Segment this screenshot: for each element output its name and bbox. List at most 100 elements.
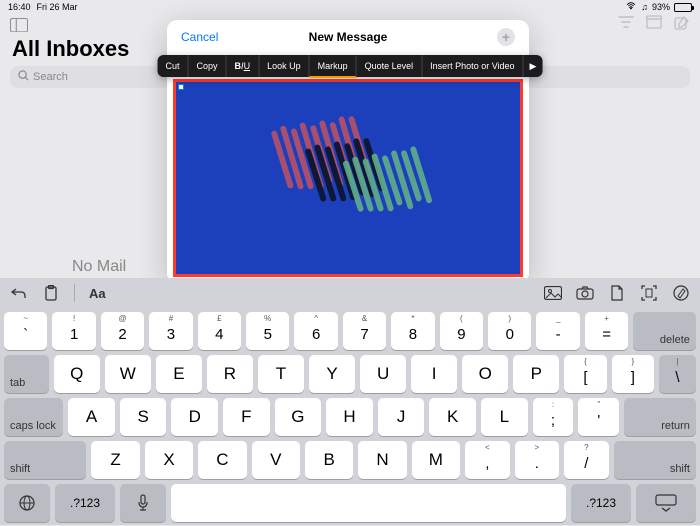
key-globe[interactable]: [4, 484, 50, 522]
keyboard: Aa ~`!1@2#3£4%5^6&7*8(9)0_-+=delete tabQ…: [0, 278, 700, 525]
compose-body[interactable]: [167, 53, 529, 283]
key-6[interactable]: ^6: [294, 312, 337, 350]
document-icon[interactable]: [608, 284, 626, 302]
headphones-icon: ♫: [641, 2, 648, 12]
key-3[interactable]: #3: [149, 312, 192, 350]
key-shift-right[interactable]: shift: [614, 441, 696, 479]
popover-lookup[interactable]: Look Up: [259, 55, 310, 77]
key-9[interactable]: (9: [440, 312, 483, 350]
key-L[interactable]: L: [481, 398, 528, 436]
key-shift-left[interactable]: shift: [4, 441, 86, 479]
key-delete[interactable]: delete: [633, 312, 696, 350]
popover-markup[interactable]: Markup: [310, 56, 357, 78]
key-C[interactable]: C: [198, 441, 246, 479]
scan-icon[interactable]: [640, 284, 658, 302]
key-I[interactable]: I: [411, 355, 457, 393]
key-0[interactable]: )0: [488, 312, 531, 350]
key-H[interactable]: H: [326, 398, 373, 436]
key-2[interactable]: @2: [101, 312, 144, 350]
popover-biu[interactable]: BIU: [227, 55, 260, 77]
key-mic[interactable]: [120, 484, 166, 522]
key-X[interactable]: X: [145, 441, 193, 479]
camera-icon[interactable]: [576, 284, 594, 302]
key-U[interactable]: U: [360, 355, 406, 393]
edit-popover: Cut Copy BIU Look Up Markup Quote Level …: [158, 55, 543, 77]
popover-quote[interactable]: Quote Level: [357, 55, 423, 77]
key-E[interactable]: E: [156, 355, 202, 393]
status-time: 16:40: [8, 2, 31, 12]
key-tab[interactable]: tab: [4, 355, 49, 393]
key-O[interactable]: O: [462, 355, 508, 393]
key-Z[interactable]: Z: [91, 441, 139, 479]
format-button[interactable]: Aa: [89, 286, 106, 301]
key-capslock[interactable]: caps lock: [4, 398, 63, 436]
key-7[interactable]: &7: [343, 312, 386, 350]
popover-next-icon[interactable]: ▶: [524, 55, 543, 77]
selection-handle[interactable]: [178, 84, 184, 90]
key-backslash[interactable]: |\: [659, 355, 696, 393]
key-V[interactable]: V: [252, 441, 300, 479]
popover-copy[interactable]: Copy: [189, 55, 227, 77]
key-slash[interactable]: ?/: [564, 441, 609, 479]
key-period[interactable]: >.: [515, 441, 560, 479]
add-recipient-button[interactable]: +: [497, 28, 515, 46]
popover-cut[interactable]: Cut: [158, 55, 189, 77]
archive-icon[interactable]: [646, 15, 662, 36]
key-hide-keyboard[interactable]: [636, 484, 696, 522]
key-W[interactable]: W: [105, 355, 151, 393]
divider: [74, 284, 75, 302]
key-Y[interactable]: Y: [309, 355, 355, 393]
key-A[interactable]: A: [68, 398, 115, 436]
key--[interactable]: _-: [536, 312, 579, 350]
key-K[interactable]: K: [429, 398, 476, 436]
key-row-5: .?123 .?123: [4, 484, 696, 522]
key-R[interactable]: R: [207, 355, 253, 393]
search-placeholder: Search: [33, 71, 68, 83]
key-=[interactable]: +=: [585, 312, 628, 350]
cancel-button[interactable]: Cancel: [181, 30, 218, 44]
sidebar-toggle-icon[interactable]: [10, 18, 28, 32]
key-bracket-open[interactable]: {[: [564, 355, 606, 393]
key-D[interactable]: D: [171, 398, 218, 436]
filter-icon[interactable]: [618, 15, 634, 36]
status-bar: 16:40 Fri 26 Mar ♫ 93%: [0, 0, 700, 14]
key-8[interactable]: *8: [391, 312, 434, 350]
key-row-2: tabQWERTYUIOP{[}]|\: [4, 355, 696, 393]
key-return[interactable]: return: [624, 398, 696, 436]
key-Q[interactable]: Q: [54, 355, 100, 393]
key-T[interactable]: T: [258, 355, 304, 393]
photos-icon[interactable]: [544, 284, 562, 302]
key-1[interactable]: !1: [52, 312, 95, 350]
key-symbols-left[interactable]: .?123: [55, 484, 115, 522]
key-semicolon[interactable]: :;: [533, 398, 574, 436]
key-N[interactable]: N: [358, 441, 406, 479]
key-B[interactable]: B: [305, 441, 353, 479]
key-row-1: ~`!1@2#3£4%5^6&7*8(9)0_-+=delete: [4, 312, 696, 350]
key-S[interactable]: S: [120, 398, 167, 436]
popover-insert[interactable]: Insert Photo or Video: [422, 55, 523, 77]
key-quote[interactable]: "': [578, 398, 619, 436]
key-row-4: shiftZXCVBNM<,>.?/shift: [4, 441, 696, 479]
key-space[interactable]: [171, 484, 566, 522]
key-P[interactable]: P: [513, 355, 559, 393]
clipboard-icon[interactable]: [42, 284, 60, 302]
markup-pen-icon[interactable]: [672, 284, 690, 302]
battery-pct: 93%: [652, 2, 670, 12]
key-4[interactable]: £4: [198, 312, 241, 350]
key-M[interactable]: M: [412, 441, 460, 479]
status-date: Fri 26 Mar: [37, 2, 78, 12]
key-J[interactable]: J: [378, 398, 425, 436]
markup-attachment[interactable]: [173, 79, 523, 277]
key-5[interactable]: %5: [246, 312, 289, 350]
key-symbols-right[interactable]: .?123: [571, 484, 631, 522]
key-G[interactable]: G: [275, 398, 322, 436]
undo-icon[interactable]: [10, 284, 28, 302]
search-icon: [18, 70, 29, 84]
key-bracket-close[interactable]: }]: [612, 355, 654, 393]
compose-title: New Message: [309, 30, 388, 44]
key-F[interactable]: F: [223, 398, 270, 436]
compose-icon[interactable]: [674, 15, 690, 36]
key-comma[interactable]: <,: [465, 441, 510, 479]
battery-icon: [674, 3, 692, 12]
key-`[interactable]: ~`: [4, 312, 47, 350]
